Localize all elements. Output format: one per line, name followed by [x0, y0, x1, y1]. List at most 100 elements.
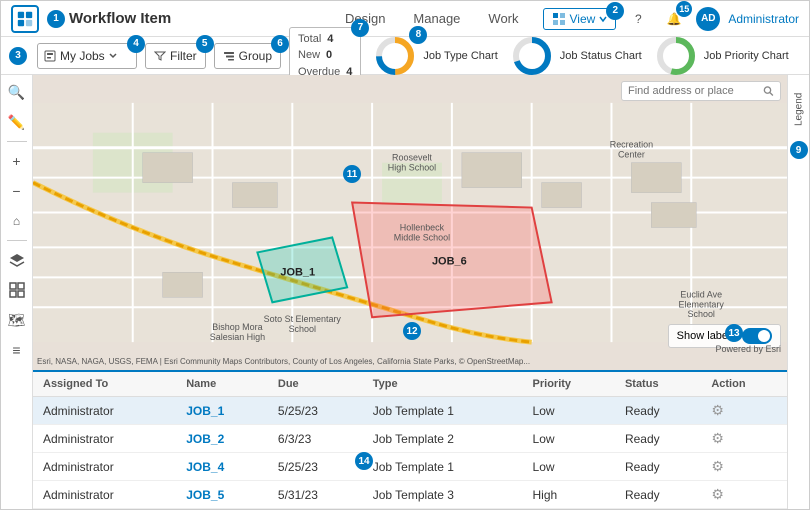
cell-type: Job Template 2 [363, 425, 523, 453]
center-area: JOB_1 JOB_6 Roosevelt High School Hollen… [33, 75, 787, 509]
cell-action[interactable]: ⚙ [701, 397, 787, 425]
cell-assigned-to: Administrator [33, 397, 176, 425]
job-type-chart-label: Job Type Chart [423, 50, 497, 62]
zoom-out-icon[interactable]: − [4, 178, 30, 204]
col-due: Due [268, 372, 363, 397]
app-logo [11, 5, 39, 33]
map-attribution: Esri, NASA, NAGA, USGS, FEMA | Esri Comm… [37, 357, 530, 366]
grid-icon[interactable] [4, 277, 30, 303]
callout-12: 12 [403, 322, 421, 340]
action-menu-icon[interactable]: ⚙ [711, 486, 724, 502]
search-icon [763, 85, 774, 97]
layers-icon[interactable] [4, 247, 30, 273]
callout-3: 3 [9, 47, 27, 65]
view-btn-wrapper: View 2 [543, 8, 617, 30]
cell-status: Ready [615, 453, 701, 481]
svg-text:Center: Center [618, 150, 645, 160]
help-button[interactable]: ? [624, 5, 652, 33]
sidebar-divider-1 [7, 141, 27, 142]
main-content: 🔍 ✏️ + − ⌂ 🗺 ≡ [1, 75, 809, 509]
header: 1 Workflow Item Design Manage Work View … [1, 1, 809, 37]
charts-area: Job Type Chart Job Status Chart [373, 34, 788, 78]
cell-name: JOB_5 [176, 481, 268, 509]
map-container[interactable]: JOB_1 JOB_6 Roosevelt High School Hollen… [33, 75, 787, 370]
job-status-chart: Job Status Chart [510, 34, 642, 78]
sidebar-divider-2 [7, 240, 27, 241]
cell-action[interactable]: ⚙ [701, 481, 787, 509]
svg-text:Hollenbeck: Hollenbeck [400, 222, 445, 232]
basemap-icon[interactable]: 🗺 [4, 307, 30, 333]
callout-1: 1 [47, 10, 65, 28]
cell-name: JOB_2 [176, 425, 268, 453]
svg-text:Soto St Elementary: Soto St Elementary [264, 314, 342, 324]
svg-text:JOB_1: JOB_1 [280, 266, 315, 278]
search-sidebar-icon[interactable]: 🔍 [4, 79, 30, 105]
callout-4: 4 [127, 35, 145, 53]
map-search[interactable] [621, 81, 781, 101]
callout-8: 8 [409, 26, 427, 44]
filter-wrapper: Filter 5 [145, 43, 206, 69]
callout-6: 6 [271, 35, 289, 53]
cell-name: JOB_4 [176, 453, 268, 481]
create-sidebar-icon[interactable]: ✏️ [4, 109, 30, 135]
cell-name: JOB_1 [176, 397, 268, 425]
my-jobs-dropdown[interactable]: My Jobs [37, 43, 137, 69]
callout-2: 2 [606, 2, 624, 20]
view-label: View [570, 12, 596, 26]
cell-due: 6/3/23 [268, 425, 363, 453]
toggle-switch[interactable] [742, 328, 772, 344]
svg-text:Euclid Ave: Euclid Ave [680, 289, 722, 299]
right-sidebar-icon[interactable]: Legend [790, 79, 808, 139]
cell-priority: Low [523, 425, 615, 453]
cell-type: Job Template 1 [363, 397, 523, 425]
zoom-in-icon[interactable]: + [4, 148, 30, 174]
search-create-wrapper: 3 [9, 47, 27, 65]
callout-5: 5 [196, 35, 214, 53]
table-row[interactable]: Administrator JOB_1 5/25/23 Job Template… [33, 397, 787, 425]
cell-action[interactable]: ⚙ [701, 425, 787, 453]
cell-assigned-to: Administrator [33, 425, 176, 453]
svg-text:Roosevelt: Roosevelt [392, 153, 432, 163]
table-container: Assigned To Name Due Type Priority Statu… [33, 370, 787, 509]
map-search-input[interactable] [628, 85, 759, 97]
group-wrapper: Group 6 [214, 43, 281, 69]
callout-9: 9 [790, 141, 808, 159]
job-priority-chart-label: Job Priority Chart [704, 50, 789, 62]
callout-11: 11 [343, 165, 361, 183]
svg-text:Salesian High: Salesian High [210, 332, 265, 342]
cell-type: Job Template 3 [363, 481, 523, 509]
cell-priority: Low [523, 397, 615, 425]
home-icon[interactable]: ⌂ [4, 208, 30, 234]
table-row[interactable]: Administrator JOB_2 6/3/23 Job Template … [33, 425, 787, 453]
table-row[interactable]: Administrator JOB_4 5/25/23 Job Template… [33, 453, 787, 481]
cell-priority: High [523, 481, 615, 509]
job-status-chart-label: Job Status Chart [560, 50, 642, 62]
cell-status: Ready [615, 425, 701, 453]
total-label: Total [298, 31, 321, 48]
cell-due: 5/31/23 [268, 481, 363, 509]
action-menu-icon[interactable]: ⚙ [711, 458, 724, 474]
notifications-button[interactable]: 🔔 15 [660, 5, 688, 33]
svg-text:Recreation: Recreation [610, 140, 653, 150]
svg-text:School: School [688, 309, 715, 319]
header-right: View 2 ? 🔔 15 AD Administrator [543, 5, 799, 33]
new-value: 0 [326, 47, 332, 64]
list-icon[interactable]: ≡ [4, 337, 30, 363]
cell-assigned-to: Administrator [33, 453, 176, 481]
table-row[interactable]: Administrator JOB_5 5/31/23 Job Template… [33, 481, 787, 509]
col-type: Type [363, 372, 523, 397]
filter-label: Filter [170, 49, 197, 63]
action-menu-icon[interactable]: ⚙ [711, 402, 724, 418]
job-type-chart: Job Type Chart [373, 34, 497, 78]
nav-work[interactable]: Work [484, 3, 522, 34]
new-label: New [298, 47, 320, 64]
col-action: Action [701, 372, 787, 397]
my-jobs-wrapper: My Jobs 4 [37, 43, 137, 69]
action-menu-icon[interactable]: ⚙ [711, 430, 724, 446]
cell-action[interactable]: ⚙ [701, 453, 787, 481]
view-button[interactable]: View [543, 8, 617, 30]
user-avatar: AD [696, 7, 720, 31]
svg-text:JOB_6: JOB_6 [432, 255, 467, 267]
cell-priority: Low [523, 453, 615, 481]
svg-text:High School: High School [388, 163, 436, 173]
